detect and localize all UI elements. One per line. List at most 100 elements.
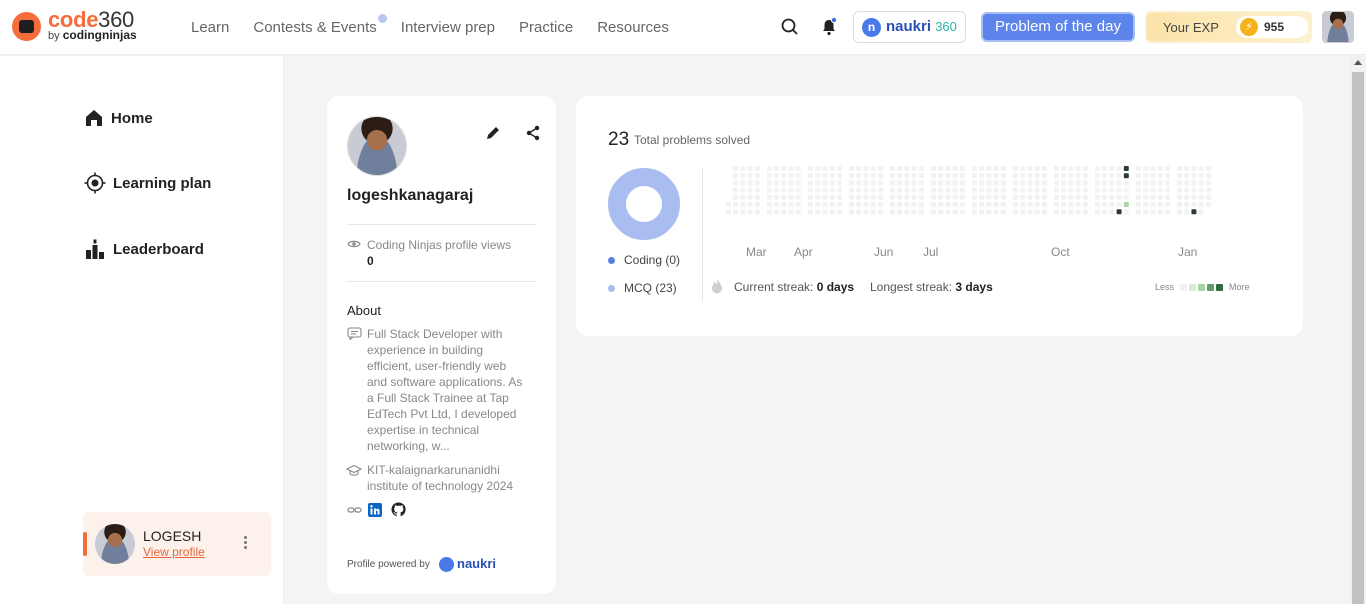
heatmap-cell [1177,180,1182,186]
heatmap-cell [1123,187,1129,193]
heatmap-cell [1061,194,1067,200]
heatmap-cell [747,173,753,179]
eye-icon [347,240,361,248]
scroll-up-icon[interactable] [1354,60,1362,65]
heatmap-cell [781,194,787,200]
sidebar-item-learning-plan[interactable]: Learning plan [84,172,211,194]
heatmap-cell [890,209,895,215]
top-navbar: code360 by codingninjas Learn Contests &… [0,0,1366,55]
heatmap-cell [822,173,828,179]
linkedin-icon[interactable] [368,503,382,517]
heatmap-cell [788,194,794,200]
heatmap-cell [733,194,739,200]
heatmap-cell [1116,173,1122,179]
page-scrollbar[interactable] [1350,56,1366,604]
heatmap-cell [1184,187,1190,193]
total-solved-label: Total problems solved [634,133,751,147]
heatmap-cell [890,194,895,200]
view-profile-link[interactable]: View profile [143,545,205,559]
search-icon[interactable] [779,16,801,38]
heatmap-cell [856,194,862,200]
heatmap-cell [829,173,835,179]
heatmap-cell [1020,173,1026,179]
user-avatar[interactable] [1322,11,1354,43]
problem-of-the-day-button[interactable]: Problem of the day [981,12,1135,42]
heatmap-cell [856,187,862,193]
heatmap-cell [1027,166,1033,171]
heatmap-cell [1177,194,1182,200]
heatmap-cell [1095,187,1100,193]
heatmap-cell [808,202,813,207]
heatmap-cell [1116,187,1122,193]
heatmap-cell [1143,166,1149,171]
scrollbar-thumb[interactable] [1352,72,1364,604]
heatmap-cell [938,194,944,200]
share-icon[interactable] [525,125,541,141]
heatmap-cell [931,187,936,193]
bell-icon[interactable] [818,16,840,38]
link-icon[interactable] [347,504,362,516]
heatmap-scale-swatch [1180,283,1188,291]
heatmap-cell [897,187,903,193]
sidebar-profile-card[interactable]: LOGESH View profile [83,512,271,576]
heatmap-cell [972,166,977,171]
heatmap-cell [1027,209,1033,215]
heatmap-cell [1191,187,1197,193]
heatmap-cell [1198,180,1204,186]
heatmap-cell [1075,209,1081,215]
heatmap-cell [754,187,760,193]
heatmap-cell [959,180,965,186]
heatmap-cell [795,209,801,215]
sidebar-item-home[interactable]: Home [84,108,153,128]
heatmap-cell [1157,194,1163,200]
heatmap-cell [1157,202,1163,207]
edit-icon[interactable] [485,125,501,141]
nav-learn[interactable]: Learn [191,19,229,36]
heatmap-cell [1095,180,1100,186]
heatmap-cell [890,166,895,171]
heatmap-cell [1116,209,1122,215]
heatmap-cell [952,194,958,200]
heatmap-cell [863,166,869,171]
nav-interview-prep[interactable]: Interview prep [401,19,495,36]
code360-logo[interactable]: code360 by codingninjas [12,7,152,44]
github-icon[interactable] [391,502,406,517]
heatmap-cell [1191,209,1197,215]
heatmap-cell [1075,166,1081,171]
heatmap-cell [911,202,917,207]
heatmap-cell [1191,202,1197,207]
heatmap-cell [1102,180,1108,186]
exp-badge[interactable]: Your EXP 955 [1145,11,1312,43]
heatmap-cell [856,180,862,186]
heatmap-cell [938,180,944,186]
heatmap-cell [1068,180,1074,186]
heatmap-cell [1020,180,1026,186]
heatmap-cell [938,173,944,179]
sidebar-item-leaderboard[interactable]: Leaderboard [84,238,204,260]
heatmap-cell [815,202,821,207]
naukri360-button[interactable]: n naukri 360 [853,11,966,43]
heatmap-cell [836,187,842,193]
heatmap-cell [1184,180,1190,186]
heatmap-cell [1143,202,1149,207]
heatmap-cell [788,209,794,215]
heatmap-month-label: Jun [874,245,894,259]
more-options-icon[interactable] [243,536,249,552]
heatmap-cell [815,209,821,215]
heatmap-cell [870,202,876,207]
heatmap-cell [740,187,746,193]
heatmap-cell [1013,202,1018,207]
heatmap-cell [1075,194,1081,200]
heatmap-cell [1157,173,1163,179]
heatmap-cell [1013,209,1018,215]
heatmap-cell [986,180,992,186]
heatmap-cell [979,194,985,200]
heatmap-cell [1164,173,1170,179]
nav-practice[interactable]: Practice [519,19,573,36]
nav-resources[interactable]: Resources [597,19,669,36]
nav-contests-events[interactable]: Contests & Events [253,14,387,36]
heatmap-cell [1027,194,1033,200]
heatmap-cell [918,209,924,215]
heatmap-cell [856,202,862,207]
heatmap-cell [918,202,924,207]
